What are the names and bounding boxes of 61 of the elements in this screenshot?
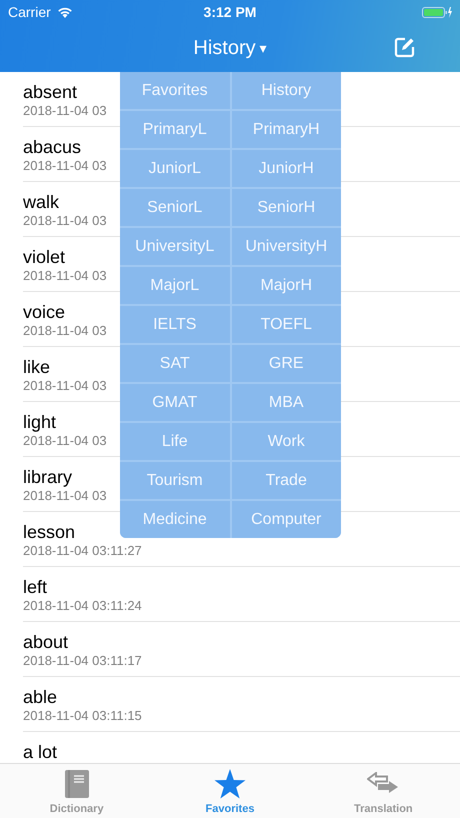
clock-time: 3:12 PM (204, 4, 256, 20)
wifi-icon (56, 6, 73, 18)
word-title: left (23, 577, 48, 597)
menu-item[interactable]: UniversityH (232, 228, 341, 265)
word-title: lesson (23, 522, 76, 542)
menu-item[interactable]: GRE (232, 345, 341, 382)
menu-item[interactable]: IELTS (120, 306, 230, 343)
timestamp: 2018-11-04 03 (23, 323, 107, 339)
timestamp: 2018-11-04 03:11:27 (23, 543, 142, 559)
tab-item[interactable]: Dictionary (0, 764, 154, 818)
word-title: walk (23, 192, 60, 212)
word-title: voice (23, 302, 66, 322)
word-title: absent (23, 82, 78, 102)
edit-icon[interactable] (394, 37, 415, 58)
menu-item[interactable]: Tourism (120, 462, 230, 499)
timestamp: 2018-11-04 03:11:17 (23, 653, 142, 669)
timestamp: 2018-11-04 03:11:15 (23, 708, 142, 724)
timestamp: 2018-11-04 03 (23, 158, 107, 174)
word-title: light (23, 412, 56, 432)
menu-item[interactable]: PrimaryH (232, 111, 341, 148)
word-title: a lot (23, 742, 58, 762)
menu-item[interactable]: MBA (232, 384, 341, 421)
menu-item[interactable]: Work (232, 423, 341, 460)
menu-item[interactable]: MajorH (232, 267, 341, 304)
carrier-label: Carrier (8, 4, 51, 20)
menu-item[interactable]: History (232, 72, 341, 109)
menu-item[interactable]: GMAT (120, 384, 230, 421)
menu-item[interactable]: Trade (232, 462, 341, 499)
menu-item[interactable]: JuniorL (120, 150, 230, 187)
timestamp: 2018-11-04 03 (23, 488, 107, 504)
tab-item[interactable]: Translation (306, 764, 460, 818)
menu-item[interactable]: SeniorL (120, 189, 230, 226)
timestamp: 2018-11-04 03 (23, 433, 107, 449)
menu-item[interactable]: Favorites (120, 72, 230, 109)
star-icon (214, 769, 246, 799)
swap-arrows-icon (367, 772, 400, 796)
timestamp: 2018-11-04 03 (23, 268, 107, 284)
menu-item[interactable]: Life (120, 423, 230, 460)
book-icon (64, 769, 89, 799)
menu-item[interactable]: MajorL (120, 267, 230, 304)
word-title: library (23, 467, 72, 487)
menu-item[interactable]: UniversityL (120, 228, 230, 265)
word-title: like (23, 357, 50, 377)
menu-item[interactable]: Medicine (120, 501, 230, 538)
tab-item[interactable]: Favorites (153, 764, 307, 818)
menu-item[interactable]: PrimaryL (120, 111, 230, 148)
word-title: abacus (23, 137, 82, 157)
menu-item[interactable]: TOEFL (232, 306, 341, 343)
menu-item[interactable]: Computer (232, 501, 341, 538)
word-title: able (23, 687, 58, 707)
menu-item[interactable]: SAT (120, 345, 230, 382)
word-title: about (23, 632, 68, 652)
battery-icon (422, 6, 452, 18)
timestamp: 2018-11-04 03 (23, 378, 107, 394)
category-dropdown[interactable]: History ▾ (193, 36, 267, 60)
timestamp: 2018-11-04 03 (23, 213, 107, 229)
timestamp: 2018-11-04 03 (23, 103, 107, 119)
menu-item[interactable]: JuniorH (232, 150, 341, 187)
menu-item[interactable]: SeniorH (232, 189, 341, 226)
word-title: violet (23, 247, 66, 267)
timestamp: 2018-11-04 03:11:24 (23, 598, 142, 614)
